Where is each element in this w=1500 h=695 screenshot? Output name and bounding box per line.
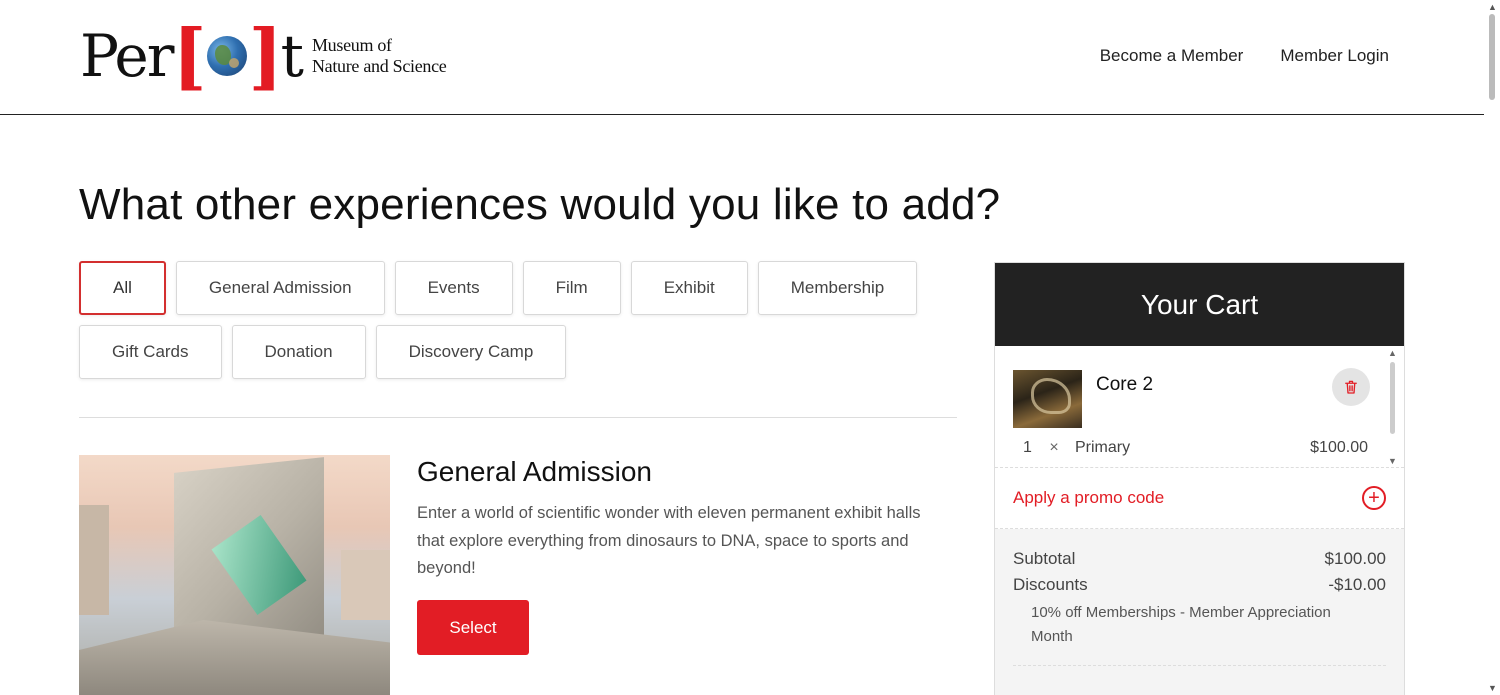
filter-exhibit[interactable]: Exhibit xyxy=(630,261,748,315)
cart-scroll-thumb[interactable] xyxy=(1390,362,1395,434)
image-tower-right xyxy=(341,550,390,620)
cart-title: Your Cart xyxy=(995,263,1404,346)
product-title: General Admission xyxy=(417,456,653,487)
subtotal-row: Subtotal $100.00 xyxy=(1013,549,1386,569)
promo-code-toggle[interactable]: Apply a promo code + xyxy=(995,468,1404,529)
cart-items-scrollbar[interactable]: ▲ ▼ xyxy=(1388,348,1398,466)
product-description: Enter a world of scientific wonder with … xyxy=(417,504,921,577)
become-member-link[interactable]: Become a Member xyxy=(1100,46,1244,66)
filter-discovery-camp[interactable]: Discovery Camp xyxy=(375,325,567,379)
page-title: What other experiences would you like to… xyxy=(79,180,1001,229)
image-building-base xyxy=(79,620,390,695)
filter-gift-cards[interactable]: Gift Cards xyxy=(79,325,222,379)
filter-row-1: All General Admission Events Film Exhibi… xyxy=(79,261,959,315)
cart-item-qty: 1 xyxy=(1023,439,1032,456)
cart-panel: Your Cart Core 2 1 × Primary $100.00 ▲ ▼… xyxy=(994,262,1405,695)
cart-item-thumbnail xyxy=(1013,370,1082,428)
cart-item-price: $100.00 xyxy=(1310,439,1368,456)
filter-row-2: Gift Cards Donation Discovery Camp xyxy=(79,325,959,379)
category-filters: All General Admission Events Film Exhibi… xyxy=(79,261,959,389)
globe-icon xyxy=(206,36,247,76)
logo-word-left: Per xyxy=(80,22,174,90)
logo-tagline-line1: Museum of xyxy=(311,35,392,55)
filter-donation[interactable]: Donation xyxy=(231,325,366,379)
filter-membership[interactable]: Membership xyxy=(757,261,918,315)
cart-items-list: Core 2 1 × Primary $100.00 ▲ ▼ xyxy=(995,346,1404,468)
top-nav: Become a Member Member Login xyxy=(1100,46,1389,66)
filter-all[interactable]: All xyxy=(79,261,166,315)
logo-wordmark: Per [ ] t xyxy=(80,13,304,98)
filter-events[interactable]: Events xyxy=(394,261,513,315)
cart-item-type: Primary xyxy=(1075,439,1131,456)
perot-museum-logo[interactable]: Per [ ] t Museum of Nature and Science xyxy=(80,13,447,98)
plus-circle-icon[interactable]: + xyxy=(1362,486,1386,510)
member-login-link[interactable]: Member Login xyxy=(1280,46,1389,66)
discounts-row: Discounts -$10.00 xyxy=(1013,575,1386,595)
page-scrollbar[interactable]: ▲ ▼ xyxy=(1484,0,1500,695)
cart-scroll-up-icon[interactable]: ▲ xyxy=(1388,348,1397,358)
image-tower-left xyxy=(79,505,109,615)
summary-separator xyxy=(1013,665,1386,666)
section-divider xyxy=(79,417,957,418)
filter-film[interactable]: Film xyxy=(522,261,621,315)
logo-word-right: t xyxy=(280,22,304,90)
cart-item-line: 1 × Primary $100.00 xyxy=(1013,439,1368,457)
cart-item-times: × xyxy=(1049,439,1059,456)
scroll-thumb[interactable] xyxy=(1489,14,1495,100)
trash-icon xyxy=(1345,380,1357,394)
scroll-down-arrow-icon[interactable]: ▼ xyxy=(1488,683,1497,693)
cart-item-name: Core 2 xyxy=(1096,374,1154,395)
cart-summary: Subtotal $100.00 Discounts -$10.00 10% o… xyxy=(995,529,1404,695)
promo-code-label: Apply a promo code xyxy=(1013,488,1165,507)
site-header: Per [ ] t Museum of Nature and Science B… xyxy=(0,0,1484,115)
filter-general-admission[interactable]: General Admission xyxy=(175,261,385,315)
logo-tagline: Museum of Nature and Science xyxy=(312,35,447,77)
scroll-up-arrow-icon[interactable]: ▲ xyxy=(1488,2,1497,12)
discount-note: 10% off Memberships - Member Appreciatio… xyxy=(1031,604,1331,645)
logo-tagline-line2: Nature and Science xyxy=(311,56,447,76)
logo-bracket-left: [ xyxy=(172,13,206,98)
subtotal-value: $100.00 xyxy=(1324,549,1386,568)
cart-scroll-down-icon[interactable]: ▼ xyxy=(1388,456,1397,466)
discounts-label: Discounts xyxy=(1013,575,1088,594)
remove-item-button[interactable] xyxy=(1332,368,1370,406)
subtotal-label: Subtotal xyxy=(1013,549,1076,568)
logo-bracket-right: ] xyxy=(248,13,283,98)
product-image xyxy=(79,455,390,695)
select-button[interactable]: Select xyxy=(417,600,529,655)
discounts-value: -$10.00 xyxy=(1328,575,1386,594)
